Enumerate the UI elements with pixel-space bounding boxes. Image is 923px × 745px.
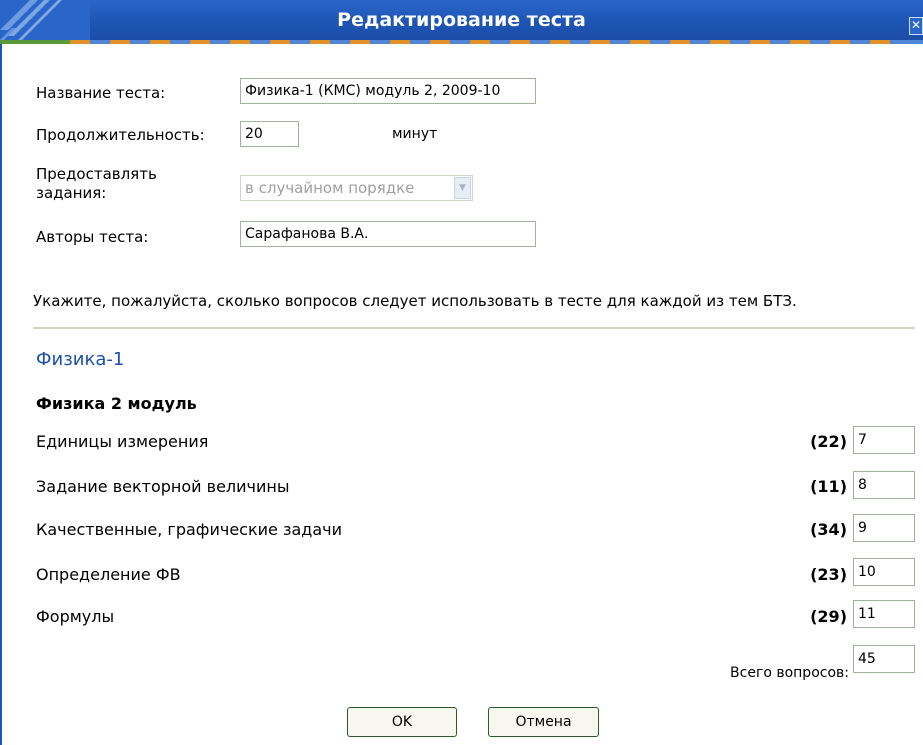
topic-available-count: (23) (810, 565, 847, 584)
instruction-text: Укажите, пожалуйста, сколько вопросов сл… (33, 292, 797, 310)
topic-name: Задание векторной величины (36, 477, 290, 496)
topic-question-input[interactable]: 11 (853, 600, 915, 628)
title-color-strip (0, 40, 923, 44)
divider (33, 327, 915, 329)
topic-available-count: (29) (810, 607, 847, 626)
topic-available-count: (22) (810, 432, 847, 451)
authors-label: Авторы теста: (36, 228, 149, 246)
order-label-line2: задания: (36, 184, 107, 202)
window-title: Редактирование теста (337, 9, 586, 31)
order-label-line1: Предоставлять (36, 165, 157, 183)
duration-unit: минут (392, 126, 438, 142)
topic-name: Единицы измерения (36, 432, 209, 451)
topic-name: Качественные, графические задачи (36, 520, 342, 539)
topic-question-input[interactable]: 7 (853, 426, 915, 454)
topic-available-count: (34) (810, 520, 847, 539)
topic-name: Определение ФВ (36, 565, 181, 584)
ok-button[interactable]: OK (347, 707, 457, 737)
window-left-border (0, 44, 2, 745)
order-select-value: в случайном порядке (245, 179, 415, 197)
topic-question-input[interactable]: 8 (853, 471, 915, 499)
chevron-down-icon[interactable]: ▼ (454, 177, 471, 199)
cancel-button[interactable]: Отмена (488, 707, 599, 737)
topic-question-input[interactable]: 10 (853, 558, 915, 586)
topic-question-input[interactable]: 9 (853, 514, 915, 542)
duration-input[interactable]: 20 (240, 121, 299, 147)
topic-name: Формулы (36, 607, 115, 626)
total-questions-value: 45 (853, 645, 915, 673)
close-icon[interactable]: ✕ (909, 17, 923, 35)
section-title: Физика-1 (36, 349, 125, 370)
order-select[interactable]: в случайном порядке ▼ (240, 175, 473, 201)
test-name-input[interactable]: Физика-1 (КМС) модуль 2, 2009-10 (240, 78, 536, 104)
duration-label: Продолжительность: (36, 126, 205, 144)
subsection-title: Физика 2 модуль (36, 394, 197, 413)
topic-available-count: (11) (810, 477, 847, 496)
authors-input[interactable]: Сарафанова В.А. (240, 221, 536, 247)
test-name-label: Название теста: (36, 84, 166, 102)
total-questions-label: Всего вопросов: (730, 665, 849, 681)
order-label: Предоставлять задания: (36, 165, 157, 203)
title-bar: Редактирование теста ✕ (0, 0, 923, 40)
